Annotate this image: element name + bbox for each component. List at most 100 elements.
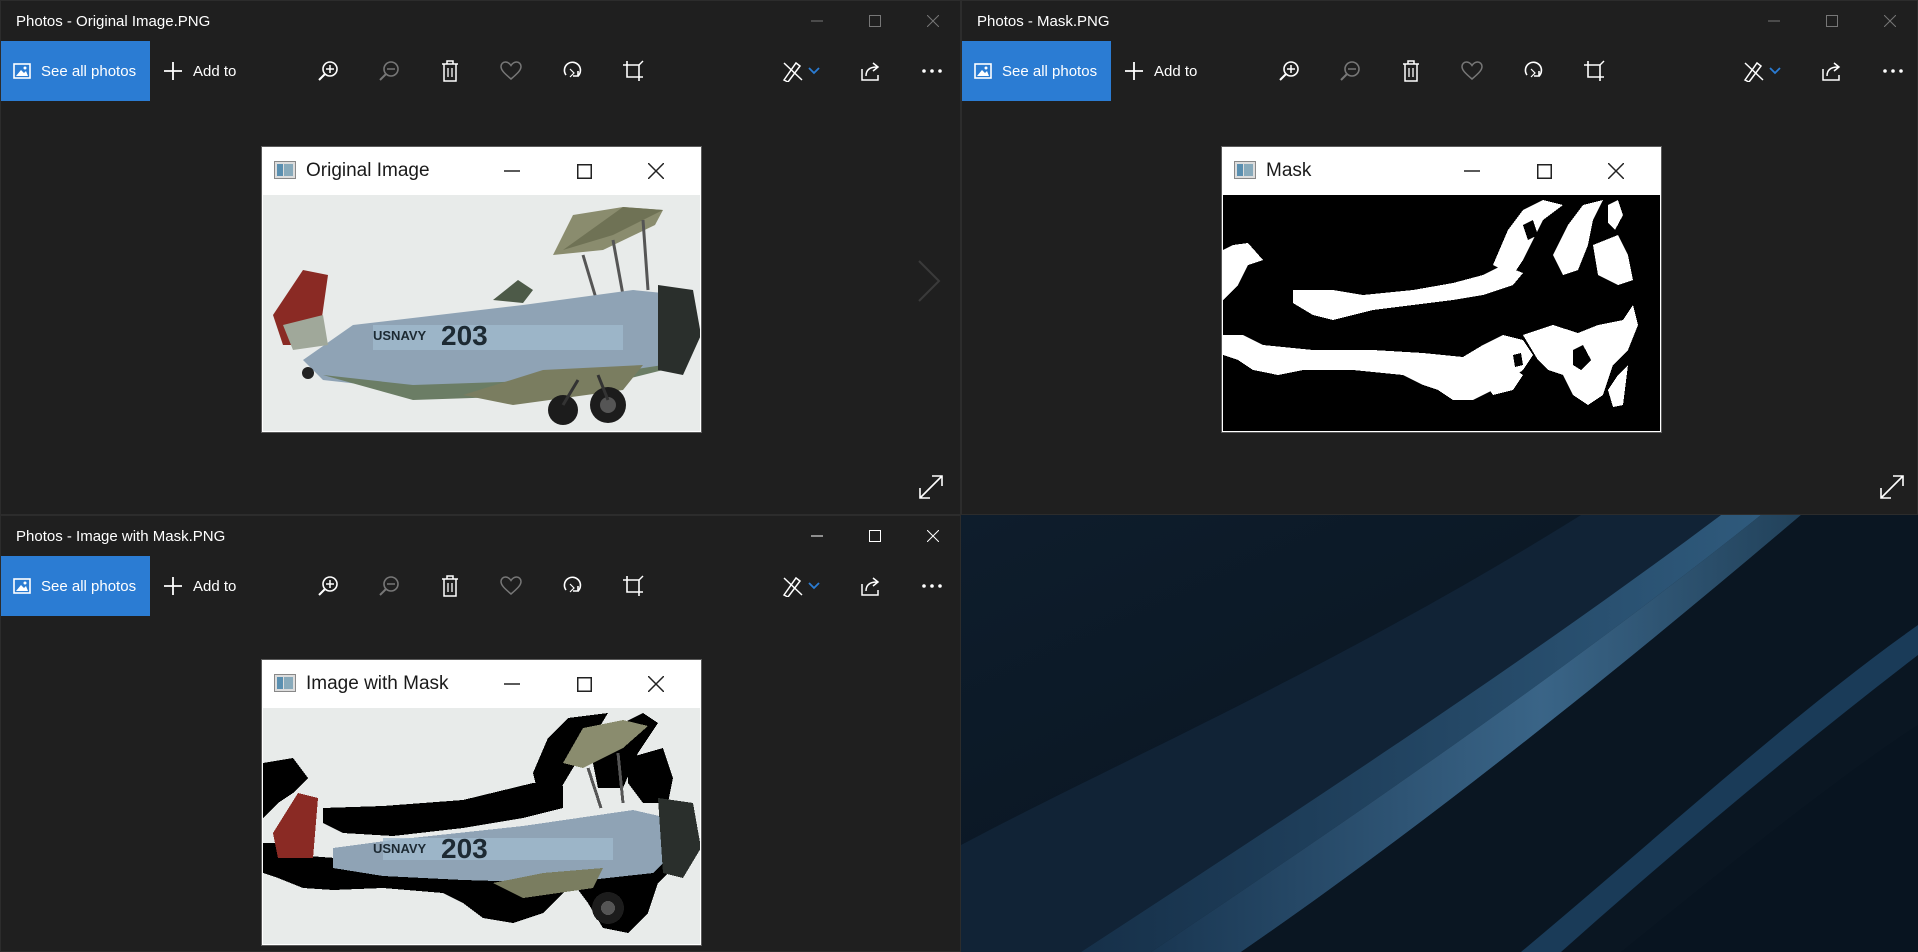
- zoom-in-icon[interactable]: [1273, 55, 1305, 87]
- crop-icon[interactable]: [1578, 55, 1610, 87]
- close-icon: [641, 669, 671, 699]
- minimize-icon: [497, 156, 527, 186]
- close-button[interactable]: [905, 516, 960, 556]
- rotate-icon[interactable]: [556, 570, 588, 602]
- delete-icon[interactable]: [434, 55, 466, 87]
- see-all-photos-button[interactable]: See all photos: [1, 556, 150, 616]
- zoom-out-icon[interactable]: [1334, 55, 1366, 87]
- opencv-title-bar: Mask: [1222, 147, 1661, 195]
- add-to-label: Add to: [1154, 62, 1198, 80]
- toolbar: See all photos Add to: [1, 41, 960, 101]
- opencv-window-title: Mask: [1266, 160, 1312, 181]
- share-icon[interactable]: [855, 55, 887, 87]
- minimize-button[interactable]: [1746, 1, 1802, 41]
- photos-icon: [974, 63, 992, 79]
- photos-window-image-with-mask[interactable]: Photos - Image with Mask.PNG See all pho…: [0, 515, 961, 952]
- photo-viewer[interactable]: Image with Mask USNAVY 203: [1, 616, 960, 951]
- close-icon: [641, 156, 671, 186]
- close-button[interactable]: [1862, 1, 1917, 41]
- window-title: Photos - Image with Mask.PNG: [16, 528, 226, 545]
- favorite-icon[interactable]: [1456, 55, 1488, 87]
- opencv-window: Image with Mask USNAVY 203: [261, 659, 702, 946]
- opencv-window: Mask: [1221, 146, 1662, 433]
- crop-icon[interactable]: [617, 55, 649, 87]
- delete-icon[interactable]: [1395, 55, 1427, 87]
- opencv-window-title: Original Image: [306, 160, 430, 181]
- airplane-lettering: USNAVY: [373, 841, 427, 856]
- see-all-label: See all photos: [41, 62, 137, 80]
- zoom-out-icon[interactable]: [373, 55, 405, 87]
- minimize-button[interactable]: [789, 1, 845, 41]
- rotate-icon[interactable]: [556, 55, 588, 87]
- see-all-photos-button[interactable]: See all photos: [962, 41, 1111, 101]
- photos-icon: [13, 63, 31, 79]
- see-all-photos-button[interactable]: See all photos: [1, 41, 150, 101]
- title-bar[interactable]: Photos - Mask.PNG: [962, 1, 1917, 41]
- crop-icon[interactable]: [617, 570, 649, 602]
- chevron-down-icon[interactable]: [805, 570, 823, 602]
- rotate-icon[interactable]: [1517, 55, 1549, 87]
- chevron-down-icon[interactable]: [805, 55, 823, 87]
- photo-viewer[interactable]: Original Image USNAVY 203: [1, 101, 960, 514]
- close-icon: [1601, 156, 1631, 186]
- window-title: Photos - Original Image.PNG: [16, 13, 211, 30]
- more-icon[interactable]: [1877, 55, 1909, 87]
- toolbar: See all photos Add to: [962, 41, 1917, 101]
- share-icon[interactable]: [1816, 55, 1848, 87]
- more-icon[interactable]: [916, 570, 948, 602]
- title-bar[interactable]: Photos - Image with Mask.PNG: [1, 516, 960, 556]
- photos-window-mask[interactable]: Photos - Mask.PNG See all photos Add to: [961, 0, 1918, 515]
- more-icon[interactable]: [916, 55, 948, 87]
- maximize-button[interactable]: [847, 516, 903, 556]
- chevron-down-icon[interactable]: [1766, 55, 1784, 87]
- opencv-title-bar: Image with Mask: [262, 660, 701, 708]
- chevron-right-icon[interactable]: [917, 259, 941, 303]
- see-all-label: See all photos: [1002, 62, 1098, 80]
- title-bar[interactable]: Photos - Original Image.PNG: [1, 1, 960, 41]
- see-all-label: See all photos: [41, 577, 137, 595]
- zoom-in-icon[interactable]: [312, 55, 344, 87]
- desktop-wallpaper: [961, 515, 1918, 952]
- plus-icon: [164, 577, 182, 595]
- app-icon: [274, 161, 296, 179]
- close-button[interactable]: [905, 1, 960, 41]
- favorite-icon[interactable]: [495, 55, 527, 87]
- airplane-number: 203: [441, 833, 488, 864]
- app-icon: [274, 674, 296, 692]
- maximize-button[interactable]: [1804, 1, 1860, 41]
- favorite-icon[interactable]: [495, 570, 527, 602]
- photos-icon: [13, 578, 31, 594]
- window-title: Photos - Mask.PNG: [977, 13, 1110, 30]
- delete-icon[interactable]: [434, 570, 466, 602]
- add-to-button[interactable]: Add to: [163, 556, 236, 616]
- airplane-image: USNAVY 203: [263, 195, 700, 431]
- plus-icon: [164, 62, 182, 80]
- airplane-lettering: USNAVY: [373, 328, 427, 343]
- fullscreen-icon[interactable]: [918, 474, 944, 500]
- zoom-out-icon[interactable]: [373, 570, 405, 602]
- photos-window-original[interactable]: Photos - Original Image.PNG See all phot…: [0, 0, 961, 515]
- maximize-icon: [1529, 156, 1559, 186]
- fullscreen-icon[interactable]: [1879, 474, 1905, 500]
- airplane-number: 203: [441, 320, 488, 351]
- add-to-label: Add to: [193, 577, 237, 595]
- photo-viewer[interactable]: Mask: [962, 101, 1917, 514]
- toolbar: See all photos Add to: [1, 556, 960, 616]
- minimize-icon: [1457, 156, 1487, 186]
- mask-image: [1223, 195, 1660, 431]
- minimize-icon: [497, 669, 527, 699]
- app-icon: [1234, 161, 1256, 179]
- add-to-button[interactable]: Add to: [163, 41, 236, 101]
- add-to-label: Add to: [193, 62, 237, 80]
- add-to-button[interactable]: Add to: [1124, 41, 1197, 101]
- maximize-button[interactable]: [847, 1, 903, 41]
- minimize-button[interactable]: [789, 516, 845, 556]
- opencv-title-bar: Original Image: [262, 147, 701, 195]
- maximize-icon: [569, 156, 599, 186]
- opencv-window-title: Image with Mask: [306, 673, 449, 694]
- maximize-icon: [569, 669, 599, 699]
- opencv-window: Original Image USNAVY 203: [261, 146, 702, 433]
- zoom-in-icon[interactable]: [312, 570, 344, 602]
- masked-airplane-image: USNAVY 203: [263, 708, 700, 944]
- share-icon[interactable]: [855, 570, 887, 602]
